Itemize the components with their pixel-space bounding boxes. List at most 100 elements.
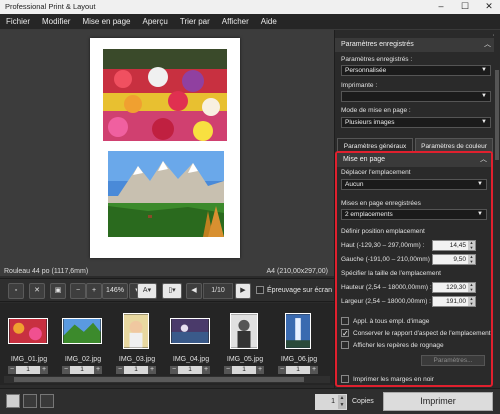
keep-ratio-option[interactable]: ✓ Conserver le rapport d'aspect de l'emp… xyxy=(341,329,491,338)
copies-spinner-icon[interactable]: ▲ ▼ xyxy=(338,395,346,409)
menu-bar: Fichier Modifier Mise en page Aperçu Tri… xyxy=(0,14,500,30)
menu-apercu[interactable]: Aperçu xyxy=(143,17,168,26)
background-tool-icon[interactable]: ▯▾ xyxy=(162,283,182,299)
increase-icon[interactable]: + xyxy=(310,365,318,374)
top-position-input[interactable]: 14,45 ▲ ▼ xyxy=(432,240,476,251)
menu-mise-en-page[interactable]: Mise en page xyxy=(82,17,130,26)
thumbnail-item[interactable]: IMG_04.jpg −1 + xyxy=(166,309,216,379)
spinner-icon[interactable]: ▲ ▼ xyxy=(468,296,475,306)
width-field-label: Largeur (2,54 – 18000,00mm) : xyxy=(341,298,431,305)
softproof-toggle[interactable]: Épreuvage sur écran xyxy=(256,286,332,294)
decrease-icon[interactable]: − xyxy=(224,365,232,374)
zoom-in-icon[interactable]: + xyxy=(86,283,102,299)
copies-input[interactable]: 1 ▲ ▼ xyxy=(315,394,347,410)
thumbnail-item[interactable]: IMG_02.jpg −1 + xyxy=(58,309,108,379)
left-position-input[interactable]: 9,50 ▲ ▼ xyxy=(432,254,476,265)
saved-settings-header[interactable]: Paramètres enregistrés ︿ xyxy=(335,38,495,52)
decrease-icon[interactable]: − xyxy=(116,365,124,374)
decrease-icon[interactable]: − xyxy=(170,365,178,374)
thumbnail-item[interactable]: IMG_06.jpg −1 + xyxy=(274,309,324,379)
spinner-icon[interactable]: ▲ ▼ xyxy=(468,254,475,264)
apply-all-option[interactable]: Appl. à tous empl. d'image xyxy=(341,317,429,325)
print-button[interactable]: Imprimer xyxy=(383,392,493,411)
decrease-icon[interactable]: − xyxy=(62,365,70,374)
thumbnail-name: IMG_01.jpg xyxy=(10,356,48,363)
menu-afficher[interactable]: Afficher xyxy=(222,17,249,26)
paper-info-bar: Rouleau 44 po (1117,6mm) A4 (210,00x297,… xyxy=(0,266,334,278)
previous-page-icon[interactable]: ◀ xyxy=(186,283,202,299)
crop-marks-option[interactable]: Afficher les repères de rognage xyxy=(341,341,444,349)
increase-icon[interactable]: + xyxy=(94,365,102,374)
menu-modifier[interactable]: Modifier xyxy=(42,17,70,26)
thumbnail-scrollbar[interactable] xyxy=(4,376,330,383)
left-field-label: Gauche (-191,00 – 210,00mm) : xyxy=(341,256,434,263)
increase-icon[interactable]: + xyxy=(40,365,48,374)
thumbnail-item[interactable]: IMG_01.jpg −1 + xyxy=(4,309,54,379)
chevron-down-icon: ▼ xyxy=(481,119,487,125)
keep-ratio-checkbox[interactable]: ✓ xyxy=(341,329,349,338)
title-bar: Professional Print & Layout – ☐ ✕ xyxy=(0,0,500,14)
thumbnail-item[interactable]: IMG_05.jpg −1 + xyxy=(220,309,270,379)
remove-page-icon[interactable]: ✕ xyxy=(29,283,45,299)
softproof-checkbox[interactable] xyxy=(256,286,264,294)
menu-fichier[interactable]: Fichier xyxy=(6,17,30,26)
mountain-landscape-photo[interactable] xyxy=(108,151,224,237)
single-view-icon[interactable] xyxy=(6,394,20,408)
thumbnail-view-icon[interactable] xyxy=(40,394,54,408)
chevron-up-icon[interactable]: ︿ xyxy=(480,153,487,167)
menu-trier-par[interactable]: Trier par xyxy=(180,17,210,26)
apply-all-checkbox[interactable] xyxy=(341,317,349,325)
fit-page-icon[interactable]: ▣ xyxy=(50,283,66,299)
decrease-icon[interactable]: − xyxy=(278,365,286,374)
softproof-label: Épreuvage sur écran xyxy=(267,286,332,294)
flower-market-photo[interactable] xyxy=(103,49,227,141)
thumbnail-name: IMG_05.jpg xyxy=(226,356,264,363)
spinner-icon[interactable]: ▲ ▼ xyxy=(468,240,475,250)
height-field-label: Hauteur (2,54 – 18000,00mm) : xyxy=(341,284,432,291)
saved-layouts-select[interactable]: 2 emplacements ▼ xyxy=(341,209,487,220)
thumbnail-item[interactable]: IMG_03.jpg −1 + xyxy=(112,309,162,379)
size-section-label: Spécifier la taille de l'emplacement xyxy=(341,270,441,277)
saved-settings-label: Paramètres enregistrés : xyxy=(341,56,413,63)
close-icon[interactable]: ✕ xyxy=(482,1,496,12)
height-input[interactable]: 129,30 ▲ ▼ xyxy=(432,282,476,293)
move-frame-select[interactable]: Aucun ▼ xyxy=(341,179,487,190)
decrease-icon[interactable]: − xyxy=(8,365,16,374)
move-frame-label: Déplacer l'emplacement xyxy=(341,169,411,176)
add-page-icon[interactable]: ▫ xyxy=(8,283,24,299)
panel-scrollbar[interactable] xyxy=(494,30,500,388)
spinner-icon[interactable]: ▲ ▼ xyxy=(468,282,475,292)
width-input[interactable]: 191,00 ▲ ▼ xyxy=(432,296,476,307)
increase-icon[interactable]: + xyxy=(148,365,156,374)
print-margins-checkbox[interactable] xyxy=(341,375,349,383)
minimize-icon[interactable]: – xyxy=(434,1,448,12)
print-preview-area[interactable] xyxy=(0,30,334,276)
increase-icon[interactable]: + xyxy=(202,365,210,374)
copy-count[interactable]: 1 xyxy=(286,365,310,374)
split-view-icon[interactable] xyxy=(23,394,37,408)
copy-count[interactable]: 1 xyxy=(124,365,148,374)
copy-count[interactable]: 1 xyxy=(232,365,256,374)
thumbnail-name: IMG_02.jpg xyxy=(64,356,102,363)
layout-section-header[interactable]: Mise en page ︿ xyxy=(337,153,491,167)
crop-marks-checkbox[interactable] xyxy=(341,341,349,349)
zoom-level-select[interactable]: 146% xyxy=(102,283,128,299)
copy-count[interactable]: 1 xyxy=(16,365,40,374)
zoom-out-icon[interactable]: − xyxy=(70,283,86,299)
menu-aide[interactable]: Aide xyxy=(261,17,277,26)
crop-marks-settings-button[interactable]: Paramètres... xyxy=(421,355,485,366)
next-page-icon[interactable]: ▶ xyxy=(235,283,251,299)
print-margins-option[interactable]: Imprimer les marges en noir xyxy=(341,375,434,383)
layout-mode-select[interactable]: Plusieurs images ▼ xyxy=(341,117,491,128)
printer-select[interactable]: ▼ xyxy=(341,91,491,102)
saved-settings-select[interactable]: Personnalisée ▼ xyxy=(341,65,491,76)
text-tool-icon[interactable]: A▾ xyxy=(137,283,157,299)
printer-label: Imprimante : xyxy=(341,82,378,89)
increase-icon[interactable]: + xyxy=(256,365,264,374)
chevron-up-icon[interactable]: ︿ xyxy=(484,38,491,52)
copy-count[interactable]: 1 xyxy=(70,365,94,374)
copy-count[interactable]: 1 xyxy=(178,365,202,374)
settings-panel: « Paramètres enregistrés ︿ Paramètres en… xyxy=(334,30,500,388)
maximize-icon[interactable]: ☐ xyxy=(458,1,472,12)
chevron-down-icon: ▼ xyxy=(481,93,487,99)
